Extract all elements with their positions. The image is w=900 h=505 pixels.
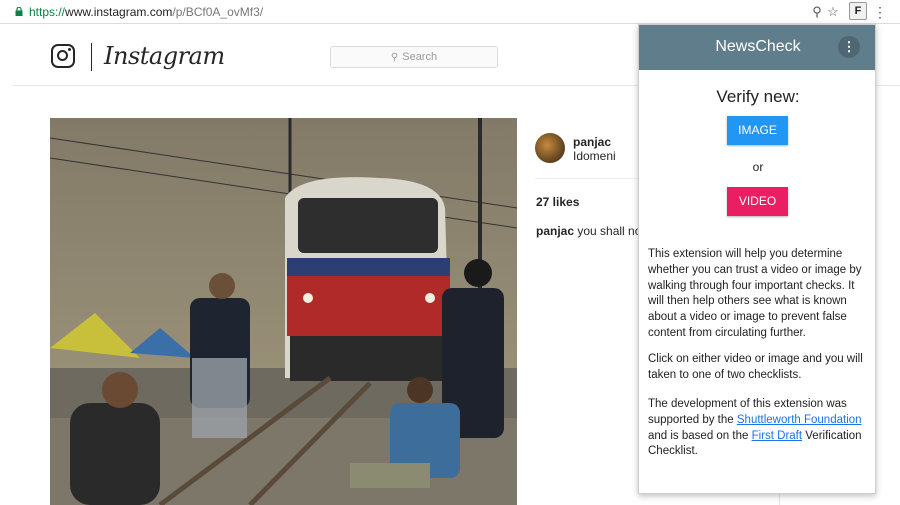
search-icon: ⚲ (390, 52, 399, 63)
star-icon[interactable]: ☆ (826, 4, 840, 20)
key-icon[interactable]: ⚲ (812, 4, 822, 20)
instruction-paragraph: Click on either video or image and you w… (648, 353, 863, 381)
logo-divider (91, 43, 92, 71)
popup-header: NewsCheck ⋮ (639, 25, 875, 70)
caption-text: you shall not (574, 224, 645, 238)
address-bar: https://www.instagram.com/p/BCf0A_ovMf3/… (0, 0, 900, 24)
search-input[interactable]: ⚲ Search (330, 46, 498, 68)
post-location[interactable]: Idomeni (573, 149, 616, 163)
instagram-wordmark[interactable]: Instagram (104, 42, 225, 70)
image-button[interactable]: IMAGE (727, 116, 788, 145)
caption-username[interactable]: panjac (536, 224, 574, 238)
photo-illustration (50, 118, 517, 505)
instagram-glyph-icon[interactable] (51, 44, 75, 68)
credits-paragraph: The development of this extension was su… (648, 398, 862, 458)
first-draft-link[interactable]: First Draft (752, 430, 802, 442)
video-button[interactable]: VIDEO (727, 187, 788, 216)
or-label: or (752, 160, 764, 174)
menu-icon[interactable]: ⋮ (873, 4, 887, 20)
newscheck-popup: NewsCheck ⋮ Verify new: IMAGE or VIDEO T… (638, 24, 876, 494)
post-caption: panjac you shall not (536, 224, 645, 238)
description-paragraph: This extension will help you determine w… (648, 248, 862, 339)
sidebar-divider (535, 178, 645, 179)
likes-count[interactable]: 27 likes (536, 195, 579, 209)
url-field[interactable]: https://www.instagram.com/p/BCf0A_ovMf3/ (29, 5, 263, 19)
search-placeholder: Search (402, 51, 438, 63)
post-photo[interactable] (50, 118, 517, 505)
avatar[interactable] (535, 133, 565, 163)
post-username[interactable]: panjac (573, 135, 611, 149)
extension-icon[interactable]: F (849, 2, 867, 20)
shuttleworth-link[interactable]: Shuttleworth Foundation (737, 414, 862, 426)
verify-heading: Verify new: (716, 87, 800, 106)
lock-icon (15, 7, 23, 16)
more-vert-icon[interactable]: ⋮ (838, 36, 860, 58)
